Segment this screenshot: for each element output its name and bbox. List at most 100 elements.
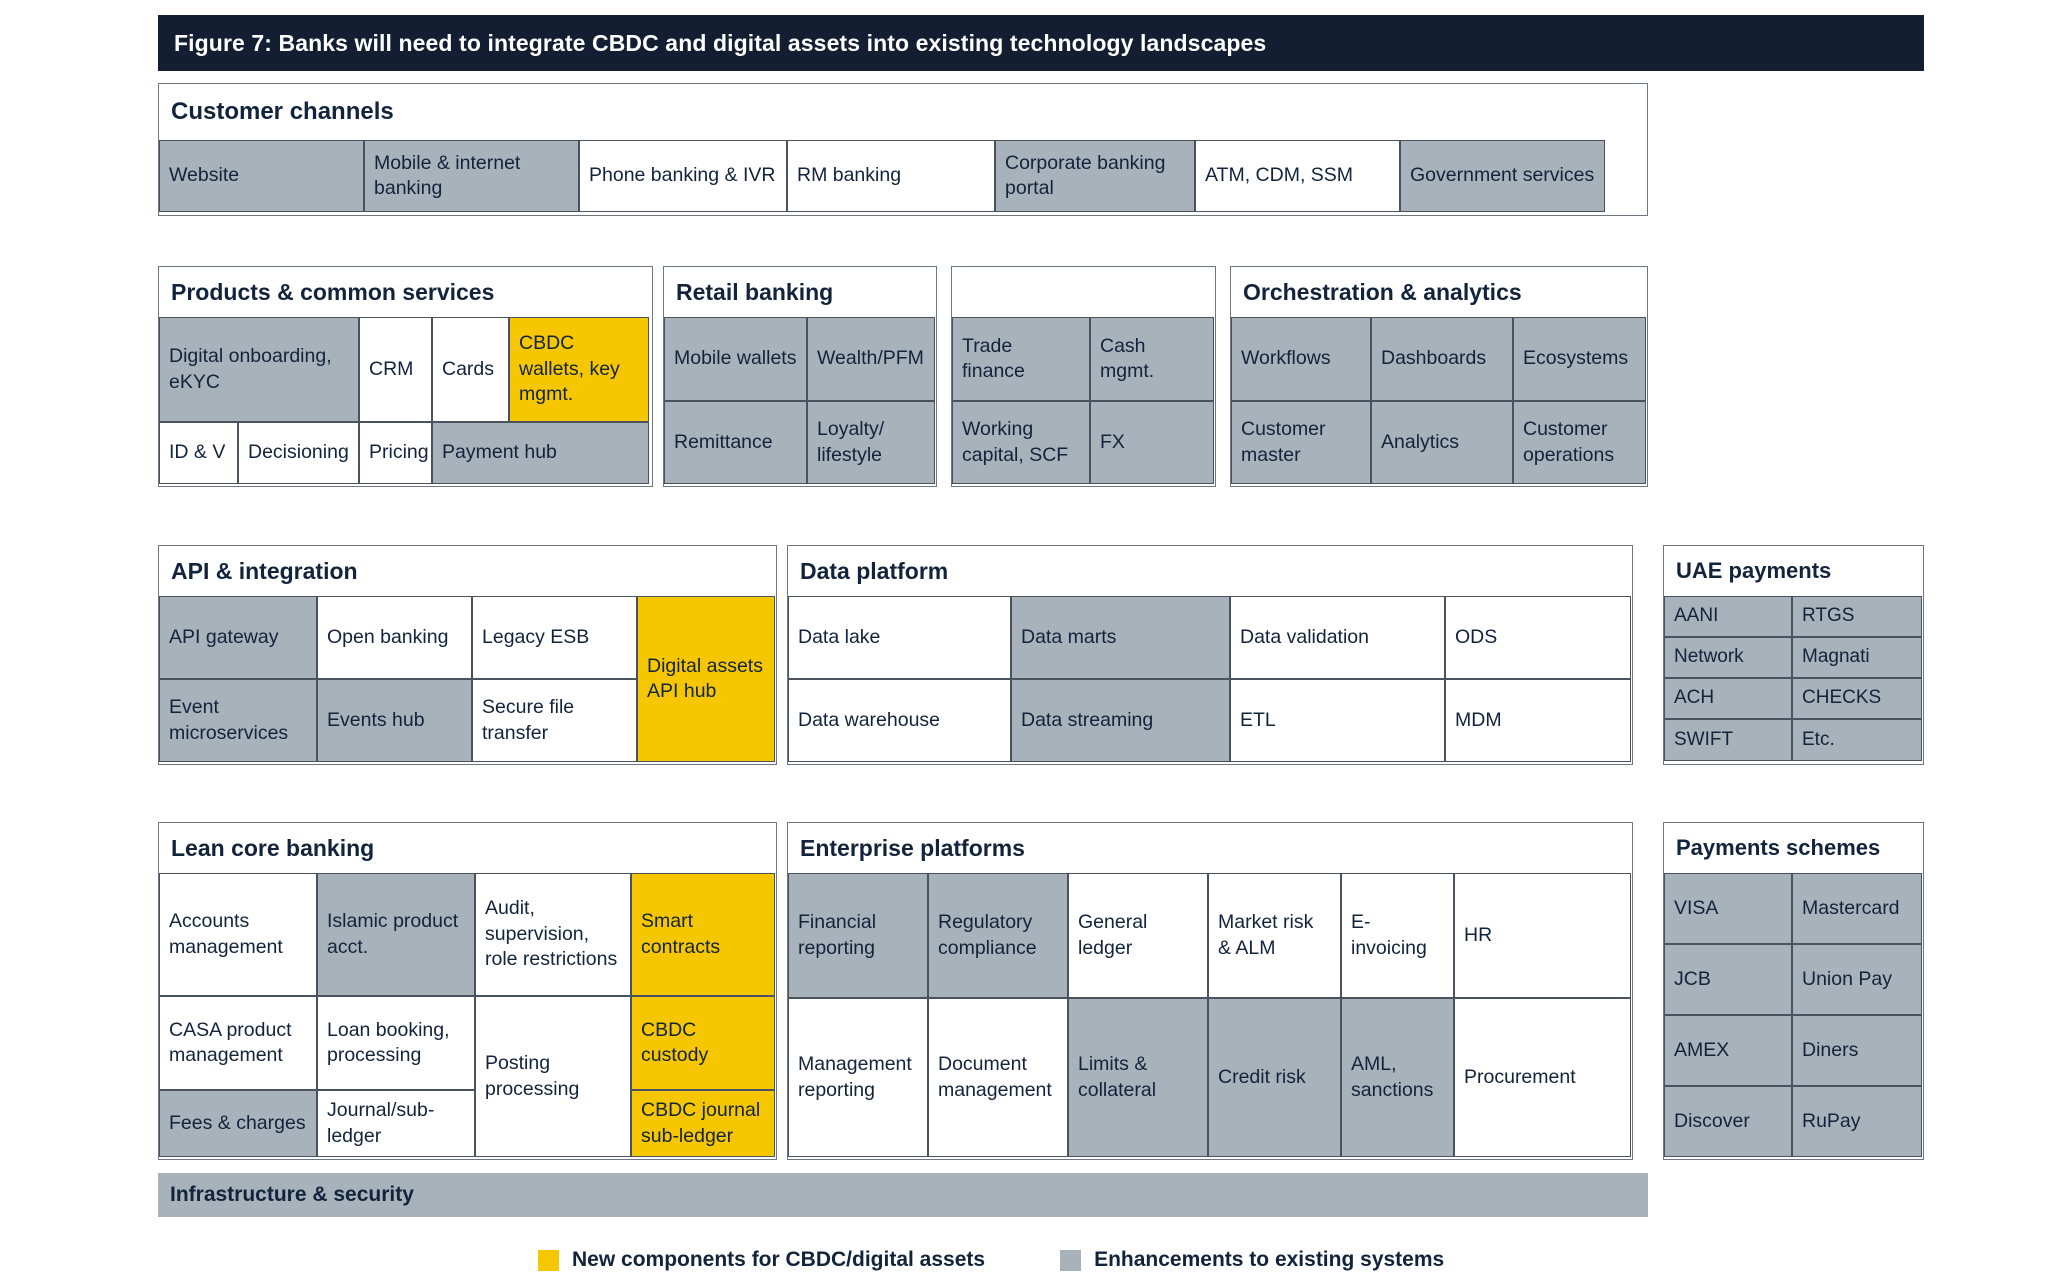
orchestration-cell[interactable]: Customer master <box>1231 401 1371 484</box>
uae-payments-header: UAE payments <box>1664 546 1923 596</box>
data-platform-header: Data platform <box>788 546 1632 596</box>
payments-schemes-header: Payments schemes <box>1664 823 1923 873</box>
payment-scheme-cell[interactable]: VISA <box>1664 873 1792 944</box>
api-cell[interactable]: Legacy ESB <box>472 596 637 679</box>
products-header: Products & common services <box>159 267 652 317</box>
payment-scheme-cell[interactable]: Mastercard <box>1792 873 1922 944</box>
api-cell[interactable]: API gateway <box>159 596 317 679</box>
lean-core-column-4: Smart contracts CBDC custody CBDC journa… <box>631 873 775 1157</box>
payment-scheme-cell[interactable]: Diners <box>1792 1015 1922 1086</box>
channel-cell[interactable]: RM banking <box>787 140 995 212</box>
retail-cell[interactable]: Wealth/PFM <box>807 317 935 401</box>
data-cell[interactable]: Data marts <box>1011 596 1230 679</box>
channel-cell[interactable]: Mobile & internet banking <box>364 140 579 212</box>
enterprise-cell[interactable]: Financial reporting <box>788 873 928 998</box>
lean-core-cell[interactable]: CASA product management <box>159 996 317 1090</box>
data-cell[interactable]: ETL <box>1230 679 1445 762</box>
data-cell[interactable]: Data lake <box>788 596 1011 679</box>
api-cell[interactable]: Secure file transfer <box>472 679 637 762</box>
payment-scheme-cell[interactable]: Discover <box>1664 1086 1792 1157</box>
enterprise-cell[interactable]: Market risk & ALM <box>1208 873 1341 998</box>
uae-payment-cell[interactable]: RTGS <box>1792 596 1922 637</box>
payment-scheme-cell[interactable]: RuPay <box>1792 1086 1922 1157</box>
payment-scheme-cell[interactable]: AMEX <box>1664 1015 1792 1086</box>
enterprise-platforms-grid: Financial reporting Regulatory complianc… <box>788 873 1632 1157</box>
uae-payment-cell[interactable]: AANI <box>1664 596 1792 637</box>
payment-scheme-cell[interactable]: JCB <box>1664 944 1792 1015</box>
lean-core-cell[interactable]: Audit, supervision, role restrictions <box>475 873 631 996</box>
figure-title-bar: Figure 7: Banks will need to integrate C… <box>158 15 1924 71</box>
retail-banking-grid: Mobile wallets Wealth/PFM Remittance Loy… <box>664 317 936 484</box>
channel-cell[interactable]: Corporate banking portal <box>995 140 1195 212</box>
enterprise-platforms-block: Enterprise platforms Financial reporting… <box>787 822 1633 1160</box>
retail-banking-block: Retail banking Mobile wallets Wealth/PFM… <box>663 266 937 487</box>
orchestration-cell[interactable]: Customer operations <box>1513 401 1646 484</box>
channel-cell[interactable]: Phone banking & IVR <box>579 140 787 212</box>
data-cell[interactable]: ODS <box>1445 596 1631 679</box>
product-cell[interactable]: Pricing <box>359 422 432 484</box>
api-cell[interactable]: Open banking <box>317 596 472 679</box>
orchestration-cell[interactable]: Dashboards <box>1371 317 1513 401</box>
channel-cell[interactable]: Government services <box>1400 140 1605 212</box>
data-cell[interactable]: MDM <box>1445 679 1631 762</box>
lean-core-cell-cbdc-custody[interactable]: CBDC custody <box>631 996 775 1090</box>
data-cell[interactable]: Data validation <box>1230 596 1445 679</box>
enterprise-cell[interactable]: Limits & collateral <box>1068 998 1208 1157</box>
api-integration-left-grid: API gateway Open banking Legacy ESB Even… <box>159 596 637 762</box>
wholesale-cell[interactable]: Cash mgmt. <box>1090 317 1214 401</box>
enterprise-cell[interactable]: Procurement <box>1454 998 1631 1157</box>
orchestration-cell[interactable]: Ecosystems <box>1513 317 1646 401</box>
product-cell[interactable]: CRM <box>359 317 432 422</box>
lean-core-cell[interactable]: Journal/sub-ledger <box>317 1090 475 1157</box>
enterprise-cell[interactable]: Management reporting <box>788 998 928 1157</box>
retail-cell[interactable]: Loyalty/ lifestyle <box>807 401 935 484</box>
wholesale-cell[interactable]: Trade finance <box>952 317 1090 401</box>
lean-core-cell[interactable]: Fees & charges <box>159 1090 317 1157</box>
lean-core-cell[interactable]: Islamic product acct. <box>317 873 475 996</box>
lean-core-cell-smart-contracts[interactable]: Smart contracts <box>631 873 775 996</box>
wholesale-cell[interactable]: FX <box>1090 401 1214 484</box>
lean-core-cell[interactable]: Loan booking, processing <box>317 996 475 1090</box>
channel-cell[interactable]: Website <box>159 140 364 212</box>
lean-core-cell[interactable]: Posting processing <box>475 996 631 1157</box>
enterprise-cell[interactable]: General ledger <box>1068 873 1208 998</box>
legend-enhancement-label: Enhancements to existing systems <box>1094 1248 1445 1271</box>
uae-payment-cell[interactable]: SWIFT <box>1664 719 1792 761</box>
product-cell[interactable]: Cards <box>432 317 509 422</box>
orchestration-cell[interactable]: Analytics <box>1371 401 1513 484</box>
enterprise-cell[interactable]: E-invoicing <box>1341 873 1454 998</box>
channel-cell[interactable]: ATM, CDM, SSM <box>1195 140 1400 212</box>
payment-scheme-cell[interactable]: Union Pay <box>1792 944 1922 1015</box>
enterprise-cell[interactable]: Document management <box>928 998 1068 1157</box>
api-cell-digital-assets-hub[interactable]: Digital assets API hub <box>637 596 775 762</box>
wholesale-banking-header <box>952 267 1215 317</box>
product-cell[interactable]: ID & V <box>159 422 238 484</box>
infrastructure-security-bar: Infrastructure & security <box>158 1173 1648 1217</box>
retail-cell[interactable]: Mobile wallets <box>664 317 807 401</box>
uae-payment-cell[interactable]: Magnati <box>1792 637 1922 678</box>
lean-core-grid: Accounts management CASA product managem… <box>159 873 776 1157</box>
enterprise-cell[interactable]: Credit risk <box>1208 998 1341 1157</box>
lean-core-cell-cbdc-journal[interactable]: CBDC journal sub-ledger <box>631 1090 775 1157</box>
wholesale-banking-block: Trade finance Cash mgmt. Working capital… <box>951 266 1216 487</box>
data-cell[interactable]: Data warehouse <box>788 679 1011 762</box>
product-cell[interactable]: Decisioning <box>238 422 359 484</box>
orchestration-cell[interactable]: Workflows <box>1231 317 1371 401</box>
lean-core-cell[interactable]: Accounts management <box>159 873 317 996</box>
product-cell[interactable]: Payment hub <box>432 422 649 484</box>
api-cell[interactable]: Events hub <box>317 679 472 762</box>
data-cell[interactable]: Data streaming <box>1011 679 1230 762</box>
uae-payment-cell[interactable]: ACH <box>1664 678 1792 719</box>
uae-payment-cell[interactable]: Etc. <box>1792 719 1922 761</box>
wholesale-cell[interactable]: Working capital, SCF <box>952 401 1090 484</box>
orchestration-analytics-block: Orchestration & analytics Workflows Dash… <box>1230 266 1648 487</box>
product-cell[interactable]: Digital onboarding, eKYC <box>159 317 359 422</box>
retail-cell[interactable]: Remittance <box>664 401 807 484</box>
api-cell[interactable]: Event microservices <box>159 679 317 762</box>
enterprise-cell[interactable]: AML, sanctions <box>1341 998 1454 1157</box>
product-cell-cbdc-wallets[interactable]: CBDC wallets, key mgmt. <box>509 317 649 422</box>
uae-payment-cell[interactable]: CHECKS <box>1792 678 1922 719</box>
uae-payment-cell[interactable]: Network <box>1664 637 1792 678</box>
enterprise-cell[interactable]: HR <box>1454 873 1631 998</box>
enterprise-cell[interactable]: Regulatory compliance <box>928 873 1068 998</box>
